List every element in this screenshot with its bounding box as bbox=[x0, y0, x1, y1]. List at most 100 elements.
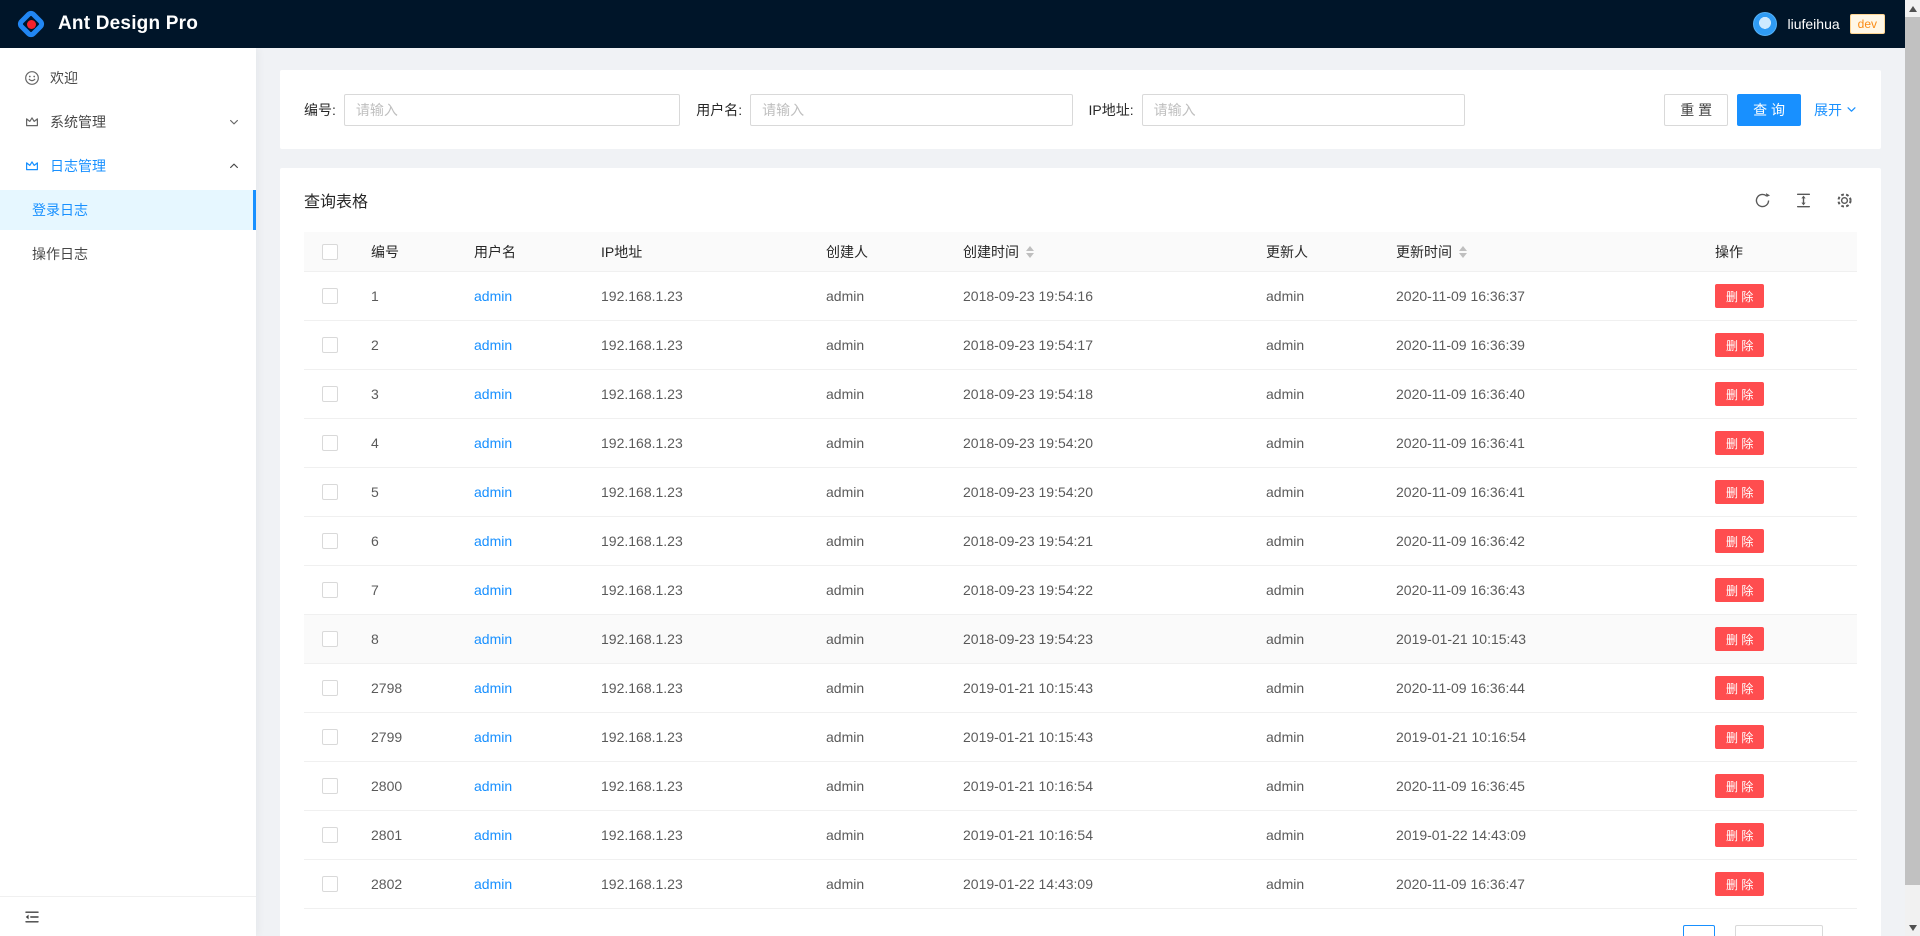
cell-updated-at: 2020-11-09 16:36:39 bbox=[1380, 337, 1699, 353]
user-avatar[interactable] bbox=[1753, 12, 1777, 36]
cell-ip: 192.168.1.23 bbox=[585, 386, 810, 402]
username-link[interactable]: admin bbox=[474, 435, 512, 451]
cell-ip: 192.168.1.23 bbox=[585, 533, 810, 549]
row-checkbox[interactable] bbox=[322, 337, 338, 353]
delete-button[interactable]: 删 除 bbox=[1715, 823, 1764, 847]
crown-icon bbox=[24, 158, 40, 174]
app-title: Ant Design Pro bbox=[58, 13, 198, 35]
row-checkbox[interactable] bbox=[322, 386, 338, 402]
select-all-checkbox[interactable] bbox=[322, 244, 338, 260]
delete-button[interactable]: 删 除 bbox=[1715, 627, 1764, 651]
cell-updater: admin bbox=[1250, 533, 1380, 549]
delete-button[interactable]: 删 除 bbox=[1715, 774, 1764, 798]
cell-updated-at: 2019-01-22 14:43:09 bbox=[1380, 827, 1699, 843]
vertical-scrollbar[interactable] bbox=[1905, 0, 1920, 936]
delete-button[interactable]: 删 除 bbox=[1715, 480, 1764, 504]
username-link[interactable]: admin bbox=[474, 337, 512, 353]
username-link[interactable]: admin bbox=[474, 778, 512, 794]
sidebar-item-operation-log[interactable]: 操作日志 bbox=[0, 234, 256, 274]
scrollbar-down-arrow-icon[interactable] bbox=[1905, 919, 1920, 936]
table-toolbar: 查询表格 bbox=[280, 168, 1881, 232]
col-header-actions: 操作 bbox=[1699, 242, 1857, 262]
username-link[interactable]: admin bbox=[474, 680, 512, 696]
delete-button[interactable]: 删 除 bbox=[1715, 529, 1764, 553]
cell-ip: 192.168.1.23 bbox=[585, 827, 810, 843]
sidebar-menu: 欢迎 系统管理 日志管理 登录日志 bbox=[0, 48, 256, 896]
expand-link[interactable]: 展开 bbox=[1814, 100, 1857, 120]
cell-updated-at: 2020-11-09 16:36:47 bbox=[1380, 876, 1699, 892]
row-checkbox[interactable] bbox=[322, 729, 338, 745]
username-link[interactable]: admin bbox=[474, 288, 512, 304]
sidebar-item-label: 日志管理 bbox=[50, 156, 106, 176]
delete-button[interactable]: 删 除 bbox=[1715, 725, 1764, 749]
cell-id: 2800 bbox=[355, 778, 458, 794]
row-checkbox[interactable] bbox=[322, 827, 338, 843]
delete-button[interactable]: 删 除 bbox=[1715, 284, 1764, 308]
row-checkbox[interactable] bbox=[322, 288, 338, 304]
username-link[interactable]: admin bbox=[474, 386, 512, 402]
page-size-select[interactable] bbox=[1735, 925, 1823, 936]
username-link[interactable]: admin bbox=[474, 876, 512, 892]
ip-input[interactable] bbox=[1142, 94, 1465, 126]
sidebar-item-log-management[interactable]: 日志管理 bbox=[0, 146, 256, 186]
table-body: 1 admin 192.168.1.23 admin 2018-09-23 19… bbox=[304, 272, 1857, 909]
id-input[interactable] bbox=[344, 94, 680, 126]
row-checkbox[interactable] bbox=[322, 631, 338, 647]
table-row: 2798 admin 192.168.1.23 admin 2019-01-21… bbox=[304, 664, 1857, 713]
table-row: 2802 admin 192.168.1.23 admin 2019-01-22… bbox=[304, 860, 1857, 909]
sidebar-item-system-management[interactable]: 系统管理 bbox=[0, 102, 256, 142]
top-header: Ant Design Pro liufeihua dev bbox=[0, 0, 1905, 48]
sorter-icon bbox=[1459, 246, 1467, 258]
menu-fold-icon[interactable] bbox=[24, 909, 40, 925]
cell-updated-at: 2019-01-21 10:16:54 bbox=[1380, 729, 1699, 745]
delete-button[interactable]: 删 除 bbox=[1715, 382, 1764, 406]
delete-button[interactable]: 删 除 bbox=[1715, 578, 1764, 602]
row-checkbox[interactable] bbox=[322, 484, 338, 500]
username-link[interactable]: admin bbox=[474, 484, 512, 500]
app-root: Ant Design Pro liufeihua dev 欢迎 bbox=[0, 0, 1920, 936]
sidebar-item-login-log[interactable]: 登录日志 bbox=[0, 190, 256, 230]
sidebar-item-welcome[interactable]: 欢迎 bbox=[0, 58, 256, 98]
delete-button[interactable]: 删 除 bbox=[1715, 676, 1764, 700]
username-link[interactable]: admin bbox=[474, 827, 512, 843]
username-link[interactable]: admin bbox=[474, 533, 512, 549]
cell-updated-at: 2020-11-09 16:36:41 bbox=[1380, 484, 1699, 500]
row-checkbox[interactable] bbox=[322, 435, 338, 451]
field-username: 用户名: bbox=[696, 94, 1072, 126]
row-checkbox[interactable] bbox=[322, 680, 338, 696]
username-link[interactable]: admin bbox=[474, 582, 512, 598]
scrollbar-up-arrow-icon[interactable] bbox=[1905, 0, 1920, 17]
row-checkbox[interactable] bbox=[322, 876, 338, 892]
cell-updater: admin bbox=[1250, 876, 1380, 892]
setting-icon[interactable] bbox=[1836, 192, 1853, 209]
username-input[interactable] bbox=[750, 94, 1072, 126]
row-checkbox[interactable] bbox=[322, 582, 338, 598]
col-header-created-at[interactable]: 创建时间 bbox=[947, 242, 1250, 262]
page-1-button[interactable]: 1 bbox=[1683, 925, 1715, 936]
username-field-label: 用户名: bbox=[696, 100, 742, 120]
cell-created-at: 2018-09-23 19:54:23 bbox=[947, 631, 1250, 647]
main-content: 编号: 用户名: IP地址: 重 置 查 询 展开 bbox=[256, 48, 1905, 936]
col-header-updated-at[interactable]: 更新时间 bbox=[1380, 242, 1699, 262]
cell-ip: 192.168.1.23 bbox=[585, 582, 810, 598]
ip-field-label: IP地址: bbox=[1089, 100, 1134, 120]
cell-creator: admin bbox=[810, 533, 947, 549]
username-link[interactable]: admin bbox=[474, 729, 512, 745]
row-checkbox[interactable] bbox=[322, 778, 338, 794]
column-height-icon[interactable] bbox=[1795, 192, 1812, 209]
table-header-row: 编号 用户名 IP地址 创建人 创建时间 更新人 更新时间 操作 bbox=[304, 232, 1857, 272]
query-button[interactable]: 查 询 bbox=[1737, 94, 1801, 126]
table-row: 3 admin 192.168.1.23 admin 2018-09-23 19… bbox=[304, 370, 1857, 419]
cell-id: 2799 bbox=[355, 729, 458, 745]
scrollbar-thumb[interactable] bbox=[1905, 17, 1920, 885]
reset-button[interactable]: 重 置 bbox=[1664, 94, 1728, 126]
delete-button[interactable]: 删 除 bbox=[1715, 872, 1764, 896]
delete-button[interactable]: 删 除 bbox=[1715, 431, 1764, 455]
sidebar-footer bbox=[0, 896, 256, 936]
row-checkbox[interactable] bbox=[322, 533, 338, 549]
delete-button[interactable]: 删 除 bbox=[1715, 333, 1764, 357]
cell-creator: admin bbox=[810, 484, 947, 500]
reload-icon[interactable] bbox=[1754, 192, 1771, 209]
username-link[interactable]: admin bbox=[474, 631, 512, 647]
user-menu[interactable]: liufeihua dev bbox=[1753, 12, 1885, 36]
